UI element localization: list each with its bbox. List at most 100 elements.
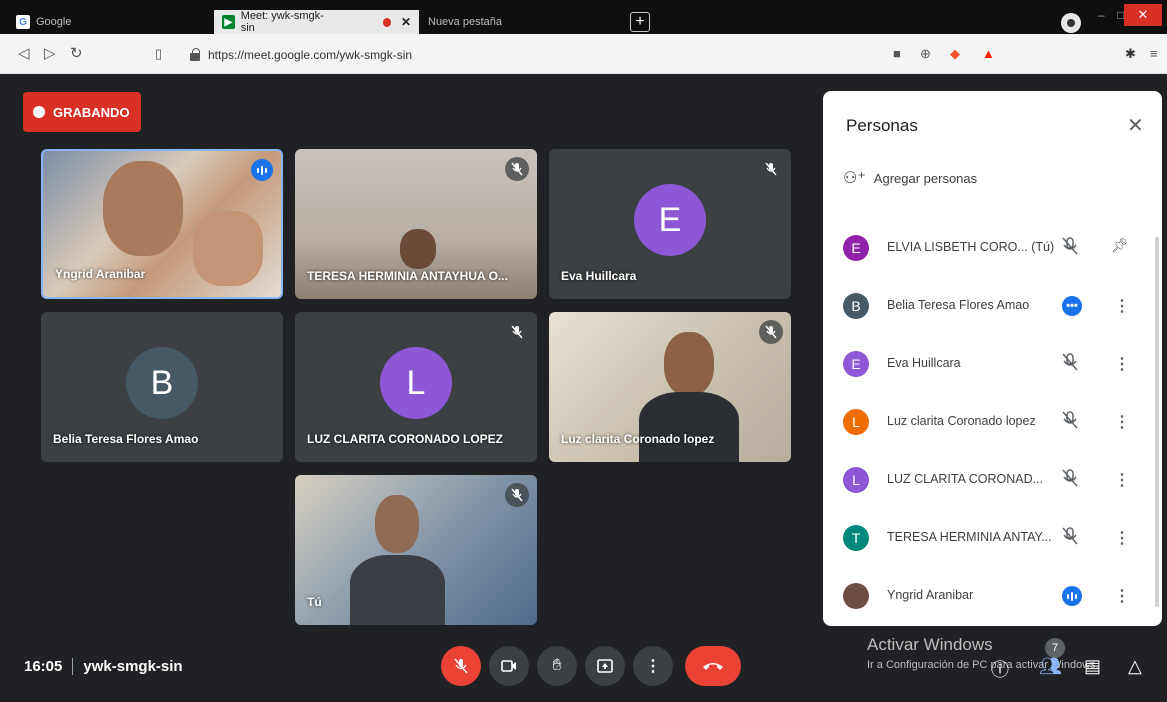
close-icon[interactable]: ✕ xyxy=(1127,113,1144,138)
browser-tab-bar: G Google ▶ Meet: ywk-smgk-sin ✕ Nueva pe… xyxy=(0,0,1167,34)
participant-video xyxy=(664,332,714,396)
raise-hand-button[interactable]: ✋︎ xyxy=(537,646,577,686)
address-bar: ◁ ▷ ↻ ▯ https://meet.google.com/ywk-smgk… xyxy=(0,34,1167,74)
minimize-icon[interactable]: – xyxy=(1098,8,1105,22)
leave-call-button[interactable] xyxy=(685,646,741,686)
participant-name: Luz clarita Coronado lopez xyxy=(561,432,715,446)
participant-name: Belia Teresa Flores Amao xyxy=(53,432,199,446)
person-name: TERESA HERMINIA ANTAY... xyxy=(887,530,1052,544)
mic-off-icon xyxy=(1061,468,1079,493)
participant-tile[interactable]: L LUZ CLARITA CORONADO LOPEZ xyxy=(295,312,537,462)
zoom-icon[interactable]: ⊕ xyxy=(920,46,931,62)
profile-icon[interactable] xyxy=(1061,13,1081,33)
person-row[interactable]: Yngrid Aranibar ⋮ xyxy=(823,567,1162,625)
tab-new[interactable]: Nueva pestaña xyxy=(420,10,620,34)
avatar: L xyxy=(843,467,869,493)
recording-dot-icon xyxy=(33,106,45,118)
more-options-icon[interactable]: ⋮ xyxy=(1114,354,1130,374)
person-name: Eva Huillcara xyxy=(887,356,961,370)
more-options-icon[interactable]: ⋮ xyxy=(1114,528,1130,548)
add-people-button[interactable]: ⚇⁺ Agregar personas xyxy=(843,168,977,188)
mic-off-icon xyxy=(759,320,783,344)
mic-off-icon xyxy=(505,483,529,507)
back-icon[interactable]: ◁ xyxy=(18,44,30,62)
reload-icon[interactable]: ↻ xyxy=(70,44,83,62)
participant-name: LUZ CLARITA CORONADO LOPEZ xyxy=(307,432,503,446)
mic-off-icon xyxy=(505,320,529,344)
camera-icon[interactable]: ■ xyxy=(893,46,901,61)
url-text: https://meet.google.com/ywk-smgk-sin xyxy=(208,48,413,62)
person-name: Yngrid Aranibar xyxy=(887,588,974,602)
tab-label: Google xyxy=(36,16,72,28)
new-tab-button[interactable]: + xyxy=(630,12,650,32)
person-row[interactable]: L LUZ CLARITA CORONAD... ⋮ xyxy=(823,451,1162,509)
person-row[interactable]: B Belia Teresa Flores Amao ••• ⋮ xyxy=(823,277,1162,335)
panel-scrollbar[interactable] xyxy=(1155,237,1159,607)
close-tab-icon[interactable]: ✕ xyxy=(401,15,411,29)
tab-google[interactable]: G Google xyxy=(8,10,208,34)
google-icon: G xyxy=(16,15,30,29)
recording-label: GRABANDO xyxy=(53,104,130,120)
mic-off-icon xyxy=(759,157,783,181)
meet-stage: GRABANDO Yngrid Aranibar TERESA HERMINIA… xyxy=(0,74,1167,702)
add-people-label: Agregar personas xyxy=(873,170,978,186)
menu-icon[interactable]: ≡ xyxy=(1150,46,1158,61)
avatar: L xyxy=(380,347,452,419)
mic-off-icon xyxy=(1061,526,1079,551)
participant-tile[interactable]: Luz clarita Coronado lopez xyxy=(549,312,791,462)
participant-tile-self[interactable]: Tú xyxy=(295,475,537,625)
participant-tile[interactable]: TERESA HERMINIA ANTAYHUA O... xyxy=(295,149,537,299)
speaking-icon xyxy=(251,159,273,181)
avatar: E xyxy=(843,351,869,377)
participant-tile[interactable]: B Belia Teresa Flores Amao xyxy=(41,312,283,462)
add-person-icon: ⚇⁺ xyxy=(843,170,866,187)
person-row[interactable]: E Eva Huillcara ⋮ xyxy=(823,335,1162,393)
more-options-icon[interactable]: ⋮ xyxy=(1114,412,1130,432)
participant-tile[interactable]: E Eva Huillcara xyxy=(549,149,791,299)
person-row[interactable]: L Luz clarita Coronado lopez ⋮ xyxy=(823,393,1162,451)
person-name: LUZ CLARITA CORONAD... xyxy=(887,472,1044,486)
present-screen-button[interactable] xyxy=(585,646,625,686)
camera-toggle-button[interactable] xyxy=(489,646,529,686)
participant-hand xyxy=(193,211,263,286)
tab-label: Meet: ywk-smgk-sin xyxy=(240,10,324,34)
forward-icon[interactable]: ▷ xyxy=(44,44,56,62)
participant-name: Eva Huillcara xyxy=(561,269,637,283)
avatar: B xyxy=(126,347,198,419)
participant-video xyxy=(103,161,183,256)
window-close-button[interactable]: ✕ xyxy=(1124,4,1162,26)
person-row[interactable]: T TERESA HERMINIA ANTAY... ⋮ xyxy=(823,509,1162,567)
url-field[interactable]: https://meet.google.com/ywk-smgk-sin xyxy=(190,48,412,62)
brave-rewards-icon[interactable]: ▲ xyxy=(982,46,995,61)
pin-icon[interactable]: 📌︎ xyxy=(1111,237,1129,254)
chat-icon[interactable]: ▤ xyxy=(1084,656,1101,677)
mic-toggle-button[interactable] xyxy=(441,646,481,686)
people-panel: Personas ✕ ⚇⁺ Agregar personas E ELVIA L… xyxy=(823,91,1162,626)
more-options-icon[interactable]: ⋮ xyxy=(1114,296,1130,316)
avatar: T xyxy=(843,525,869,551)
tab-meet[interactable]: ▶ Meet: ywk-smgk-sin ✕ xyxy=(214,10,419,34)
mic-off-icon xyxy=(1061,236,1079,261)
participant-tile[interactable]: Yngrid Aranibar xyxy=(41,149,283,299)
activities-icon[interactable]: △ xyxy=(1128,656,1142,677)
person-name: ELVIA LISBETH CORO... (Tú) xyxy=(887,240,1055,254)
person-row[interactable]: E ELVIA LISBETH CORO... (Tú) 📌︎ xyxy=(823,219,1162,277)
divider xyxy=(72,658,74,675)
person-name: Belia Teresa Flores Amao xyxy=(887,298,1030,312)
extensions-icon[interactable]: ✱ xyxy=(1125,46,1136,62)
brave-shield-icon[interactable]: ◆ xyxy=(950,46,960,62)
info-icon[interactable]: ⓘ xyxy=(991,656,1009,682)
recording-badge[interactable]: GRABANDO xyxy=(23,92,141,132)
meet-icon: ▶ xyxy=(222,15,235,29)
more-options-icon[interactable]: ⋮ xyxy=(1114,586,1130,606)
participants-count-badge: 7 xyxy=(1045,638,1065,658)
avatar: E xyxy=(843,235,869,261)
more-options-icon[interactable]: ⋮ xyxy=(1114,470,1130,490)
more-options-button[interactable]: ⋮ xyxy=(633,646,673,686)
avatar xyxy=(843,583,869,609)
participant-name: Tú xyxy=(307,595,322,609)
bookmark-icon[interactable]: ▯ xyxy=(155,46,162,62)
people-icon[interactable]: 👥︎ xyxy=(1039,656,1062,677)
meeting-code: ywk-smgk-sin xyxy=(83,658,183,675)
speaking-icon xyxy=(1062,586,1082,606)
